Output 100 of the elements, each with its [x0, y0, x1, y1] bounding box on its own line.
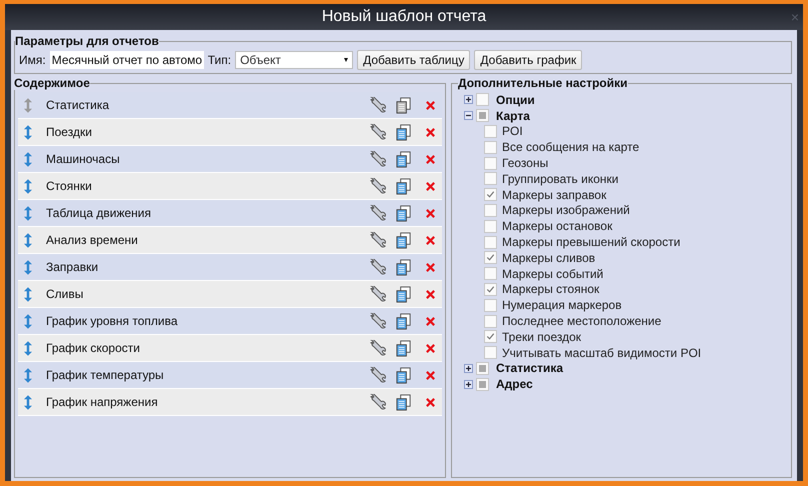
delete-icon[interactable] [425, 180, 436, 192]
wrench-icon[interactable] [370, 204, 387, 222]
copy-icon[interactable] [395, 366, 412, 384]
checkbox[interactable] [484, 188, 497, 202]
content-row[interactable]: Поездки [18, 119, 442, 146]
checkbox[interactable] [484, 282, 497, 296]
delete-icon[interactable] [425, 370, 436, 380]
option-label: Маркеры сливов [502, 250, 596, 265]
checkbox[interactable] [484, 346, 497, 360]
move-arrow-icon[interactable] [24, 178, 32, 194]
content-row[interactable]: Стоянки [18, 173, 442, 200]
name-field[interactable]: Месячный отчет по автомо [50, 51, 204, 69]
option-label: Маркеры стоянок [502, 282, 600, 296]
wrench-icon[interactable] [370, 340, 387, 356]
checkbox[interactable] [484, 140, 497, 154]
option-label: Нумерация маркеров [502, 298, 622, 312]
option-label: Маркеры остановок [502, 219, 612, 234]
content-row[interactable]: Сливы [18, 281, 442, 308]
copy-icon[interactable] [395, 258, 412, 276]
wrench-icon[interactable] [370, 124, 387, 140]
wrench-icon[interactable] [370, 96, 387, 114]
copy-icon[interactable] [395, 340, 412, 356]
checkbox[interactable] [484, 156, 497, 170]
option-label: Последнее местоположение [502, 314, 662, 328]
move-arrow-icon[interactable] [24, 286, 32, 302]
row-label: График напряжения [46, 395, 159, 409]
wrench-icon[interactable] [370, 394, 387, 410]
checkbox[interactable] [484, 172, 497, 186]
wrench-icon[interactable] [370, 286, 387, 302]
copy-icon[interactable] [395, 124, 412, 140]
copy-icon[interactable] [395, 286, 412, 302]
checkbox[interactable] [484, 298, 497, 312]
wrench-icon[interactable] [370, 232, 387, 248]
option-label: Группировать иконки [502, 172, 618, 186]
delete-icon[interactable] [425, 262, 436, 272]
copy-icon[interactable] [395, 394, 412, 410]
checkbox[interactable] [484, 251, 497, 264]
content-row[interactable]: График скорости [18, 335, 442, 362]
copy-icon[interactable] [395, 178, 412, 194]
move-arrow-icon[interactable] [24, 312, 32, 330]
wrench-icon[interactable] [370, 150, 387, 168]
copy-icon[interactable] [395, 150, 412, 168]
checkbox[interactable] [476, 109, 489, 122]
row-label: График скорости [46, 341, 141, 355]
group-label: Адрес [496, 377, 533, 392]
copy-icon[interactable] [395, 96, 412, 114]
row-label: Сливы [46, 287, 84, 301]
checkbox[interactable] [484, 124, 497, 138]
group-label: Опции [496, 92, 535, 107]
move-arrow-icon[interactable] [24, 258, 32, 276]
move-arrow-icon[interactable] [24, 124, 32, 140]
panel-legend: Дополнительные настройки [458, 76, 628, 90]
add-button[interactable]: Добавить таблицу [357, 50, 470, 70]
wrench-icon[interactable] [370, 178, 387, 194]
checkbox[interactable] [484, 314, 497, 328]
expand-toggle-icon[interactable] [464, 380, 473, 389]
delete-icon[interactable] [425, 288, 436, 300]
option-label: Геозоны [502, 156, 548, 170]
content-row[interactable]: Анализ времени [18, 227, 442, 254]
row-label: Стоянки [46, 179, 93, 193]
checkbox[interactable] [476, 378, 489, 391]
expand-toggle-icon[interactable] [464, 95, 473, 104]
content-row[interactable]: График напряжения [18, 389, 442, 416]
move-arrow-icon[interactable] [24, 394, 32, 410]
move-arrow-icon[interactable] [24, 340, 32, 356]
checkbox[interactable] [476, 362, 489, 375]
checkbox[interactable] [484, 267, 497, 280]
checkbox[interactable] [484, 220, 497, 233]
expand-toggle-icon[interactable] [464, 364, 473, 373]
copy-icon[interactable] [395, 232, 412, 248]
checkbox[interactable] [484, 330, 497, 344]
delete-icon[interactable] [425, 126, 436, 138]
type-select[interactable]: Объект [235, 51, 354, 69]
move-arrow-icon[interactable] [24, 366, 32, 384]
wrench-icon[interactable] [370, 366, 387, 384]
move-arrow-icon[interactable] [24, 150, 32, 168]
wrench-icon[interactable] [370, 258, 387, 276]
checkbox[interactable] [484, 236, 497, 249]
delete-icon[interactable] [425, 316, 436, 326]
checkbox[interactable] [484, 204, 497, 217]
copy-icon[interactable] [395, 312, 412, 330]
delete-icon[interactable] [425, 208, 436, 218]
window-title: Новый шаблон отчета [322, 8, 486, 26]
panel-legend: Параметры для отчетов [15, 34, 159, 48]
checkbox[interactable] [476, 93, 489, 106]
delete-icon[interactable] [425, 154, 436, 164]
move-arrow-icon[interactable] [24, 204, 32, 222]
move-arrow-icon[interactable] [24, 232, 32, 248]
delete-icon[interactable] [425, 100, 436, 110]
delete-icon[interactable] [425, 234, 436, 246]
delete-icon[interactable] [425, 342, 436, 354]
expand-toggle-icon[interactable] [464, 111, 473, 120]
delete-icon[interactable] [425, 396, 436, 408]
group-label: Статистика [496, 361, 564, 376]
copy-icon[interactable] [395, 204, 412, 222]
row-label: График уровня топлива [46, 314, 179, 328]
row-label: Анализ времени [46, 233, 139, 247]
wrench-icon[interactable] [370, 312, 387, 330]
row-label: Поездки [46, 125, 93, 139]
add-button[interactable]: Добавить график [474, 50, 582, 70]
